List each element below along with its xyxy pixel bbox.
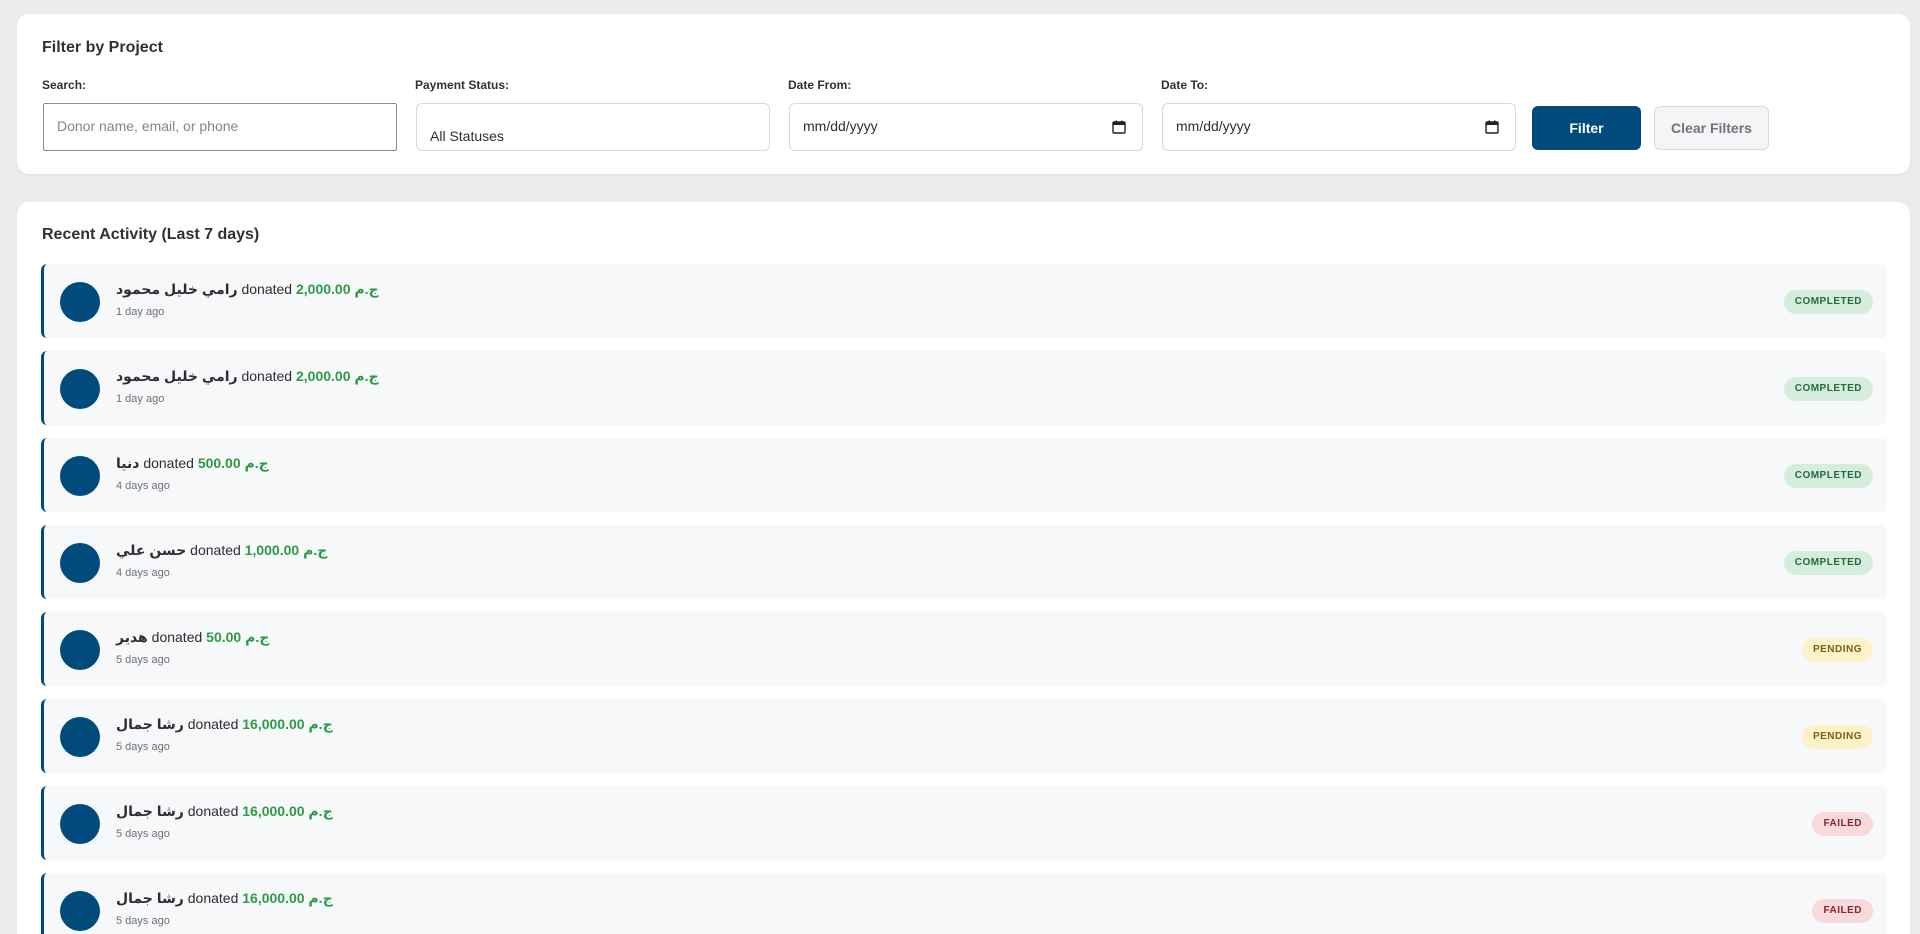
donor-name: رامي خليل محمود [116, 368, 238, 384]
donation-amount: 500.00 ج.م [197, 455, 269, 471]
activity-text: رامي خليل محمود donated 2,000.00 ج.م [116, 368, 379, 385]
donated-verb: donated [241, 368, 293, 384]
search-label: Search: [42, 78, 87, 92]
date-from-input[interactable]: mm/dd/yyyy [789, 103, 1143, 151]
date-to-value: mm/dd/yyyy [1176, 118, 1251, 134]
activity-item: دنيا donated 500.00 ج.م 4 days ago COMPL… [41, 438, 1887, 512]
activity-time: 5 days ago [116, 741, 170, 753]
calendar-icon[interactable] [1485, 120, 1499, 134]
activity-time: 1 day ago [116, 306, 165, 318]
activity-text: رامي خليل محمود donated 2,000.00 ج.م [116, 281, 379, 298]
activity-item: رشا جمال donated 16,000.00 ج.م 5 days ag… [41, 873, 1887, 934]
status-label: Payment Status: [415, 78, 510, 92]
date-from-value: mm/dd/yyyy [803, 118, 878, 134]
date-from-label: Date From: [788, 78, 852, 92]
avatar [60, 543, 100, 583]
activity-text: دنيا donated 500.00 ج.م [116, 455, 269, 472]
activity-item: رامي خليل محمود donated 2,000.00 ج.م 1 d… [41, 351, 1887, 425]
clear-filters-button[interactable]: Clear Filters [1654, 106, 1769, 150]
donated-verb: donated [151, 629, 203, 645]
avatar [60, 891, 100, 931]
donation-amount: 2,000.00 ج.م [295, 281, 379, 297]
donation-amount: 16,000.00 ج.م [242, 890, 333, 906]
avatar [60, 717, 100, 757]
activity-item: رامي خليل محمود donated 2,000.00 ج.م 1 d… [41, 264, 1887, 338]
status-select-value: All Statuses [430, 128, 504, 142]
status-badge: COMPLETED [1783, 377, 1873, 401]
avatar [60, 456, 100, 496]
donated-verb: donated [187, 716, 239, 732]
calendar-icon[interactable] [1112, 120, 1126, 134]
activity-time: 5 days ago [116, 654, 170, 666]
status-badge: PENDING [1801, 725, 1873, 749]
donation-amount: 2,000.00 ج.م [295, 368, 379, 384]
activity-time: 1 day ago [116, 393, 165, 405]
activity-item: رشا جمال donated 16,000.00 ج.م 5 days ag… [41, 699, 1887, 773]
status-badge: COMPLETED [1783, 290, 1873, 314]
donation-amount: 50.00 ج.م [206, 629, 270, 645]
donation-amount: 16,000.00 ج.م [242, 803, 333, 819]
status-select[interactable]: All Statuses [416, 103, 770, 151]
donor-name: دنيا [116, 455, 140, 471]
activity-text: رشا جمال donated 16,000.00 ج.م [116, 716, 333, 733]
filter-panel: Filter by Project Search: Donor name, em… [17, 14, 1910, 174]
donated-verb: donated [143, 455, 194, 471]
avatar [60, 630, 100, 670]
filter-title: Filter by Project [42, 39, 163, 56]
donor-name: رشا جمال [116, 716, 184, 732]
donation-amount: 16,000.00 ج.م [242, 716, 333, 732]
activity-text: هدير donated 50.00 ج.م [116, 629, 269, 646]
activity-item: حسن علي donated 1,000.00 ج.م 4 days ago … [41, 525, 1887, 599]
status-badge: COMPLETED [1783, 464, 1873, 488]
activity-time: 4 days ago [116, 567, 170, 579]
filter-button[interactable]: Filter [1532, 106, 1641, 150]
donor-name: رشا جمال [116, 803, 184, 819]
donor-name: رامي خليل محمود [116, 281, 238, 297]
donated-verb: donated [190, 542, 241, 558]
activity-item: هدير donated 50.00 ج.م 5 days ago PENDIN… [41, 612, 1887, 686]
activity-item: رشا جمال donated 16,000.00 ج.م 5 days ag… [41, 786, 1887, 860]
donor-name: هدير [116, 629, 148, 645]
activity-time: 4 days ago [116, 480, 170, 492]
avatar [60, 804, 100, 844]
status-badge: COMPLETED [1783, 551, 1873, 575]
donor-name: رشا جمال [116, 890, 184, 906]
activity-text: رشا جمال donated 16,000.00 ج.م [116, 890, 333, 907]
avatar [60, 282, 100, 322]
status-badge: PENDING [1801, 638, 1873, 662]
recent-activity-panel: Recent Activity (Last 7 days) رامي خليل … [17, 202, 1910, 934]
date-to-input[interactable]: mm/dd/yyyy [1162, 103, 1516, 151]
activity-time: 5 days ago [116, 915, 170, 927]
activity-time: 5 days ago [116, 828, 170, 840]
status-badge: FAILED [1812, 899, 1873, 923]
search-input[interactable]: Donor name, email, or phone [43, 103, 397, 151]
search-placeholder: Donor name, email, or phone [57, 118, 239, 134]
donated-verb: donated [187, 890, 239, 906]
donation-amount: 1,000.00 ج.م [244, 542, 328, 558]
activity-text: حسن علي donated 1,000.00 ج.م [116, 542, 327, 559]
activity-title: Recent Activity (Last 7 days) [42, 226, 260, 243]
donated-verb: donated [241, 281, 293, 297]
avatar [60, 369, 100, 409]
status-badge: FAILED [1812, 812, 1873, 836]
date-to-label: Date To: [1161, 78, 1209, 92]
activity-text: رشا جمال donated 16,000.00 ج.م [116, 803, 333, 820]
donor-name: حسن علي [116, 542, 187, 558]
donated-verb: donated [187, 803, 239, 819]
